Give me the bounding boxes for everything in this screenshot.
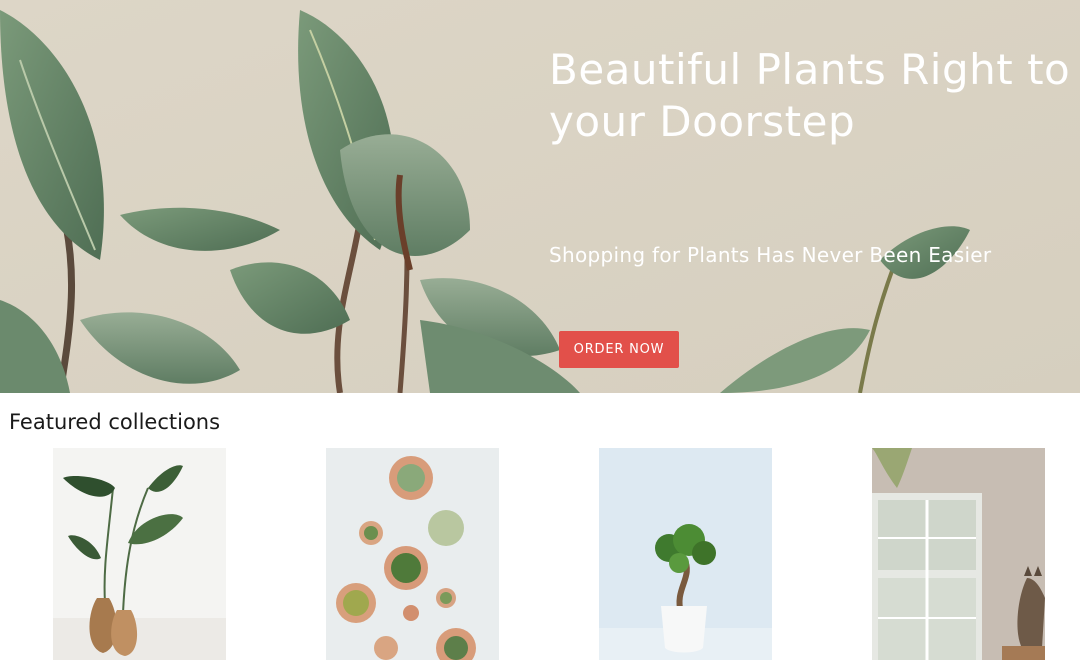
collection-card-3[interactable] [599, 448, 772, 660]
hero-banner: Beautiful Plants Right to your Doorstep … [0, 0, 1080, 393]
featured-collections-title: Featured collections [9, 410, 221, 434]
cat-by-window-photo [872, 448, 1045, 660]
hero-subtitle: Shopping for Plants Has Never Been Easie… [549, 243, 992, 267]
hero-title-line-2: your Doorstep [549, 97, 856, 146]
collection-card-2[interactable] [326, 448, 499, 660]
succulents-top-view-photo [326, 448, 499, 660]
featured-collections-section: Featured collections [0, 393, 1080, 660]
hero-title: Beautiful Plants Right to your Doorstep [549, 44, 1080, 148]
bonsai-in-white-pot-photo [599, 448, 772, 660]
hero-title-line-1: Beautiful Plants Right to [549, 45, 1071, 94]
collection-card-4[interactable] [872, 448, 1045, 660]
collection-card-1[interactable] [53, 448, 226, 660]
order-now-button[interactable]: ORDER NOW [559, 331, 679, 368]
plant-in-wooden-vase-photo [53, 448, 226, 660]
